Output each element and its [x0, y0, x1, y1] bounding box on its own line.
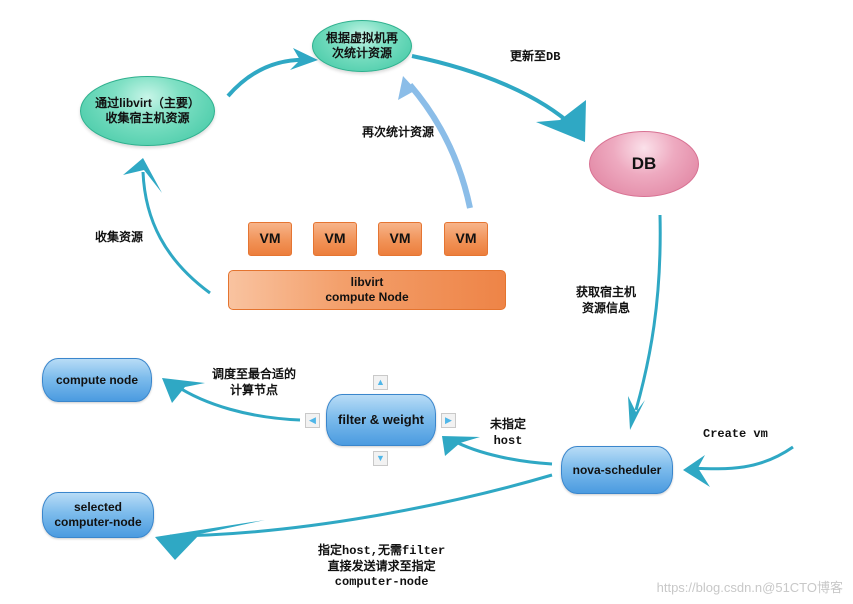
host-specified-line3: computer-node — [334, 575, 429, 590]
nav-down-button[interactable]: ▼ — [373, 451, 388, 466]
filter-weight-node: filter & weight — [326, 394, 436, 446]
nav-left-button[interactable]: ◀ — [305, 413, 320, 428]
label-no-host: 未指定 host — [490, 418, 526, 449]
nova-scheduler-label: nova-scheduler — [572, 462, 662, 477]
label-update-db: 更新至DB — [510, 50, 561, 64]
label-recount-resources: 再次统计资源 — [362, 125, 435, 139]
nav-up-button[interactable]: ▲ — [373, 375, 388, 390]
vm-label: VM — [259, 230, 281, 247]
db-node: DB — [589, 131, 699, 197]
db-label: DB — [631, 154, 657, 174]
triangle-up-icon: ▲ — [376, 377, 385, 387]
compute-node: compute node — [42, 358, 152, 402]
libvirt-compute-node-bar: libvirt compute Node — [228, 270, 506, 310]
filter-weight-label: filter & weight — [338, 411, 424, 427]
arrow-vm-to-recount — [407, 83, 473, 209]
arrowhead-db-to-scheduler — [628, 396, 645, 430]
arrowhead-vm-to-recount — [398, 76, 416, 100]
label-collect-resources: 收集资源 — [95, 230, 144, 244]
label-host-specified: 指定host,无需filter 直接发送请求至指定 computer-node — [318, 544, 445, 591]
vm-box: VM — [378, 222, 422, 256]
nova-scheduler-node: nova-scheduler — [561, 446, 673, 494]
schedule-best-line1: 调度至最合适的 — [212, 367, 297, 381]
vm-label: VM — [389, 230, 411, 247]
vm-label: VM — [455, 230, 477, 247]
label-schedule-best: 调度至最合适的 计算节点 — [212, 367, 296, 398]
recount-node: 根据虚拟机再 次统计资源 — [312, 20, 412, 72]
no-host-line2: host — [493, 433, 523, 448]
selected-line1: selected — [73, 500, 123, 514]
label-create-vm: Create vm — [703, 427, 768, 441]
arrowhead-create-vm — [683, 455, 710, 487]
compute-bar-line1: libvirt — [350, 275, 384, 289]
nav-right-button[interactable]: ▶ — [441, 413, 456, 428]
vm-box: VM — [248, 222, 292, 256]
schedule-best-line2: 计算节点 — [230, 382, 279, 397]
no-host-line1: 未指定 — [490, 418, 527, 432]
selected-computer-node: selected computer-node — [42, 492, 154, 538]
collect-libvirt-line2: 收集宿主机资源 — [105, 111, 190, 125]
vm-box: VM — [313, 222, 357, 256]
triangle-right-icon: ▶ — [445, 415, 452, 425]
watermark: https://blog.csdn.n@51CTO博客 — [656, 580, 843, 595]
host-specified-line1: 指定host,无需filter — [318, 544, 446, 558]
host-specified-line2: 直接发送请求至指定 — [327, 559, 436, 574]
selected-line2: computer-node — [54, 515, 142, 529]
collect-libvirt-node: 通过libvirt（主要） 收集宿主机资源 — [80, 76, 215, 146]
arrow-collect-resources — [141, 171, 211, 295]
recount-line1: 根据虚拟机再 — [325, 31, 398, 45]
collect-libvirt-line1: 通过libvirt（主要） — [95, 96, 200, 110]
label-get-host-info: 获取宿主机 资源信息 — [576, 285, 636, 316]
recount-line2: 次统计资源 — [331, 46, 392, 60]
vm-box: VM — [444, 222, 488, 256]
arrow-db-to-scheduler — [634, 214, 662, 411]
compute-node-label: compute node — [55, 372, 138, 387]
triangle-down-icon: ▼ — [376, 453, 385, 463]
vm-label: VM — [324, 230, 346, 247]
get-host-info-line2: 资源信息 — [582, 300, 631, 315]
compute-bar-line2: compute Node — [325, 290, 409, 304]
triangle-left-icon: ◀ — [309, 415, 316, 425]
get-host-info-line1: 获取宿主机 — [576, 285, 637, 299]
arrow-create-vm — [689, 445, 794, 471]
arrowhead-scheduler-to-selected — [155, 520, 265, 560]
